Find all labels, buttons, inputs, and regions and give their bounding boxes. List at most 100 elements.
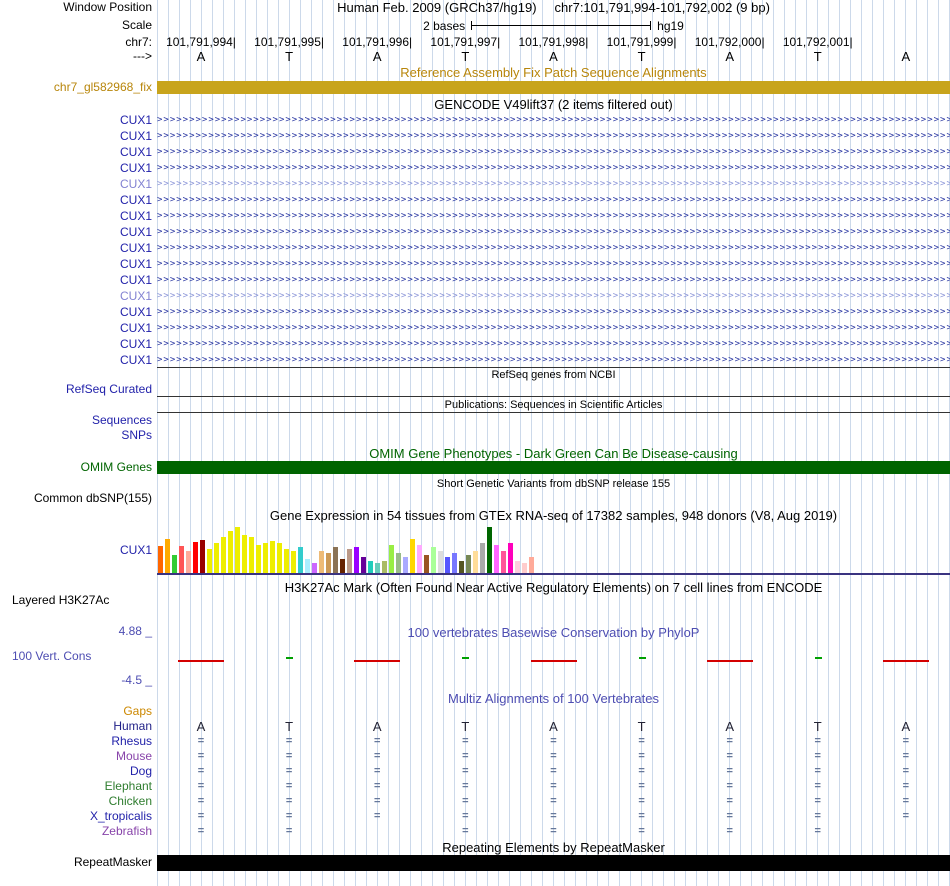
gtex-tissue-bar[interactable] [417, 545, 422, 573]
gtex-tissue-bar[interactable] [368, 561, 373, 573]
gencode-transcript-label[interactable]: CUX1 [0, 258, 152, 271]
refseq-curated-label[interactable]: RefSeq Curated [0, 383, 152, 396]
gtex-tissue-bar[interactable] [228, 531, 233, 573]
gencode-transcript[interactable]: >>>>>>>>>>>>>>>>>>>>>>>>>>>>>>>>>>>>>>>>… [157, 336, 950, 352]
gencode-transcript-label[interactable]: CUX1 [0, 114, 152, 127]
repeatmasker-bar[interactable] [157, 855, 950, 871]
gtex-tissue-bar[interactable] [347, 549, 352, 573]
refseq-dense-item[interactable] [157, 396, 950, 397]
multiz-species-label[interactable]: Elephant [0, 780, 152, 793]
snps-label[interactable]: SNPs [0, 429, 152, 442]
conservation-label[interactable]: 100 Vert. Cons [12, 650, 91, 663]
gencode-transcript-label[interactable]: CUX1 [0, 242, 152, 255]
gtex-tissue-bar[interactable] [284, 549, 289, 573]
gtex-tissue-bar[interactable] [291, 551, 296, 573]
gtex-tissue-bar[interactable] [277, 543, 282, 573]
gencode-transcript-label[interactable]: CUX1 [0, 290, 152, 303]
gtex-tissue-bar[interactable] [158, 546, 163, 573]
gtex-tissue-bar[interactable] [270, 541, 275, 573]
gtex-bars[interactable] [158, 525, 538, 573]
gtex-tissue-bar[interactable] [508, 543, 513, 573]
gtex-tissue-bar[interactable] [431, 547, 436, 573]
gtex-tissue-bar[interactable] [186, 551, 191, 573]
gencode-transcript-label[interactable]: CUX1 [0, 210, 152, 223]
gtex-tissue-bar[interactable] [466, 555, 471, 573]
gtex-tissue-bar[interactable] [396, 553, 401, 573]
omim-genes-label[interactable]: OMIM Genes [0, 461, 152, 474]
gtex-tissue-bar[interactable] [214, 543, 219, 573]
gtex-tissue-bar[interactable] [445, 557, 450, 573]
gtex-tissue-bar[interactable] [326, 553, 331, 573]
fix-patch-label[interactable]: chr7_gl582968_fix [0, 81, 152, 94]
gtex-tissue-bar[interactable] [319, 551, 324, 573]
gencode-transcript[interactable]: >>>>>>>>>>>>>>>>>>>>>>>>>>>>>>>>>>>>>>>>… [157, 272, 950, 288]
gtex-tissue-bar[interactable] [193, 542, 198, 573]
multiz-species-label[interactable]: Mouse [0, 750, 152, 763]
gtex-tissue-bar[interactable] [529, 557, 534, 573]
gaps-label[interactable]: Gaps [0, 705, 152, 718]
dbsnp-label[interactable]: Common dbSNP(155) [0, 492, 152, 505]
gtex-tissue-bar[interactable] [340, 559, 345, 573]
gencode-transcript[interactable]: >>>>>>>>>>>>>>>>>>>>>>>>>>>>>>>>>>>>>>>>… [157, 192, 950, 208]
gtex-tissue-bar[interactable] [298, 547, 303, 573]
multiz-species-label[interactable]: Dog [0, 765, 152, 778]
gtex-tissue-bar[interactable] [333, 547, 338, 573]
gtex-tissue-bar[interactable] [375, 563, 380, 573]
gencode-transcript-label[interactable]: CUX1 [0, 130, 152, 143]
gtex-tissue-bar[interactable] [459, 561, 464, 573]
gencode-transcript-label[interactable]: CUX1 [0, 146, 152, 159]
gtex-tissue-bar[interactable] [389, 545, 394, 573]
gencode-transcript[interactable]: >>>>>>>>>>>>>>>>>>>>>>>>>>>>>>>>>>>>>>>>… [157, 128, 950, 144]
gtex-tissue-bar[interactable] [312, 563, 317, 573]
gtex-tissue-bar[interactable] [263, 543, 268, 573]
gtex-tissue-bar[interactable] [165, 539, 170, 573]
gencode-transcript-label[interactable]: CUX1 [0, 322, 152, 335]
gtex-tissue-bar[interactable] [207, 549, 212, 573]
gtex-tissue-bar[interactable] [424, 555, 429, 573]
multiz-species-label[interactable]: X_tropicalis [0, 810, 152, 823]
gencode-transcript[interactable]: >>>>>>>>>>>>>>>>>>>>>>>>>>>>>>>>>>>>>>>>… [157, 160, 950, 176]
gtex-tissue-bar[interactable] [403, 557, 408, 573]
gencode-transcript-label[interactable]: CUX1 [0, 306, 152, 319]
gtex-tissue-bar[interactable] [354, 547, 359, 573]
gtex-tissue-bar[interactable] [487, 527, 492, 573]
gencode-transcript[interactable]: >>>>>>>>>>>>>>>>>>>>>>>>>>>>>>>>>>>>>>>>… [157, 320, 950, 336]
gencode-transcript-label[interactable]: CUX1 [0, 226, 152, 239]
gencode-transcript-label[interactable]: CUX1 [0, 274, 152, 287]
fix-patch-bar[interactable] [157, 81, 950, 94]
gtex-gene-label[interactable]: CUX1 [0, 544, 152, 557]
gtex-tissue-bar[interactable] [382, 561, 387, 573]
gencode-transcript-label[interactable]: CUX1 [0, 354, 152, 367]
sequences-label[interactable]: Sequences [0, 414, 152, 427]
gtex-tissue-bar[interactable] [249, 537, 254, 573]
gencode-transcript[interactable]: >>>>>>>>>>>>>>>>>>>>>>>>>>>>>>>>>>>>>>>>… [157, 352, 950, 368]
multiz-species-label[interactable]: Zebrafish [0, 825, 152, 838]
gtex-tissue-bar[interactable] [410, 539, 415, 573]
gencode-transcript[interactable]: >>>>>>>>>>>>>>>>>>>>>>>>>>>>>>>>>>>>>>>>… [157, 112, 950, 128]
gencode-transcript-label[interactable]: CUX1 [0, 178, 152, 191]
h3k27ac-label[interactable]: Layered H3K27Ac [12, 594, 109, 607]
gencode-transcript[interactable]: >>>>>>>>>>>>>>>>>>>>>>>>>>>>>>>>>>>>>>>>… [157, 288, 950, 304]
omim-bar[interactable] [157, 461, 950, 474]
gencode-transcript[interactable]: >>>>>>>>>>>>>>>>>>>>>>>>>>>>>>>>>>>>>>>>… [157, 224, 950, 240]
gencode-transcript[interactable]: >>>>>>>>>>>>>>>>>>>>>>>>>>>>>>>>>>>>>>>>… [157, 144, 950, 160]
gtex-tissue-bar[interactable] [305, 559, 310, 573]
gencode-transcript[interactable]: >>>>>>>>>>>>>>>>>>>>>>>>>>>>>>>>>>>>>>>>… [157, 176, 950, 192]
gtex-tissue-bar[interactable] [452, 553, 457, 573]
gtex-tissue-bar[interactable] [522, 563, 527, 573]
gtex-tissue-bar[interactable] [221, 537, 226, 573]
gencode-transcript-label[interactable]: CUX1 [0, 162, 152, 175]
gtex-tissue-bar[interactable] [242, 535, 247, 573]
gtex-tissue-bar[interactable] [438, 551, 443, 573]
gtex-tissue-bar[interactable] [200, 540, 205, 573]
gtex-tissue-bar[interactable] [473, 551, 478, 573]
gtex-tissue-bar[interactable] [501, 551, 506, 573]
gencode-transcript[interactable]: >>>>>>>>>>>>>>>>>>>>>>>>>>>>>>>>>>>>>>>>… [157, 208, 950, 224]
gtex-tissue-bar[interactable] [172, 555, 177, 573]
gencode-transcript-label[interactable]: CUX1 [0, 338, 152, 351]
gencode-transcript[interactable]: >>>>>>>>>>>>>>>>>>>>>>>>>>>>>>>>>>>>>>>>… [157, 304, 950, 320]
gtex-tissue-bar[interactable] [515, 561, 520, 573]
gencode-transcript[interactable]: >>>>>>>>>>>>>>>>>>>>>>>>>>>>>>>>>>>>>>>>… [157, 256, 950, 272]
gencode-transcript-label[interactable]: CUX1 [0, 194, 152, 207]
gtex-tissue-bar[interactable] [256, 545, 261, 573]
